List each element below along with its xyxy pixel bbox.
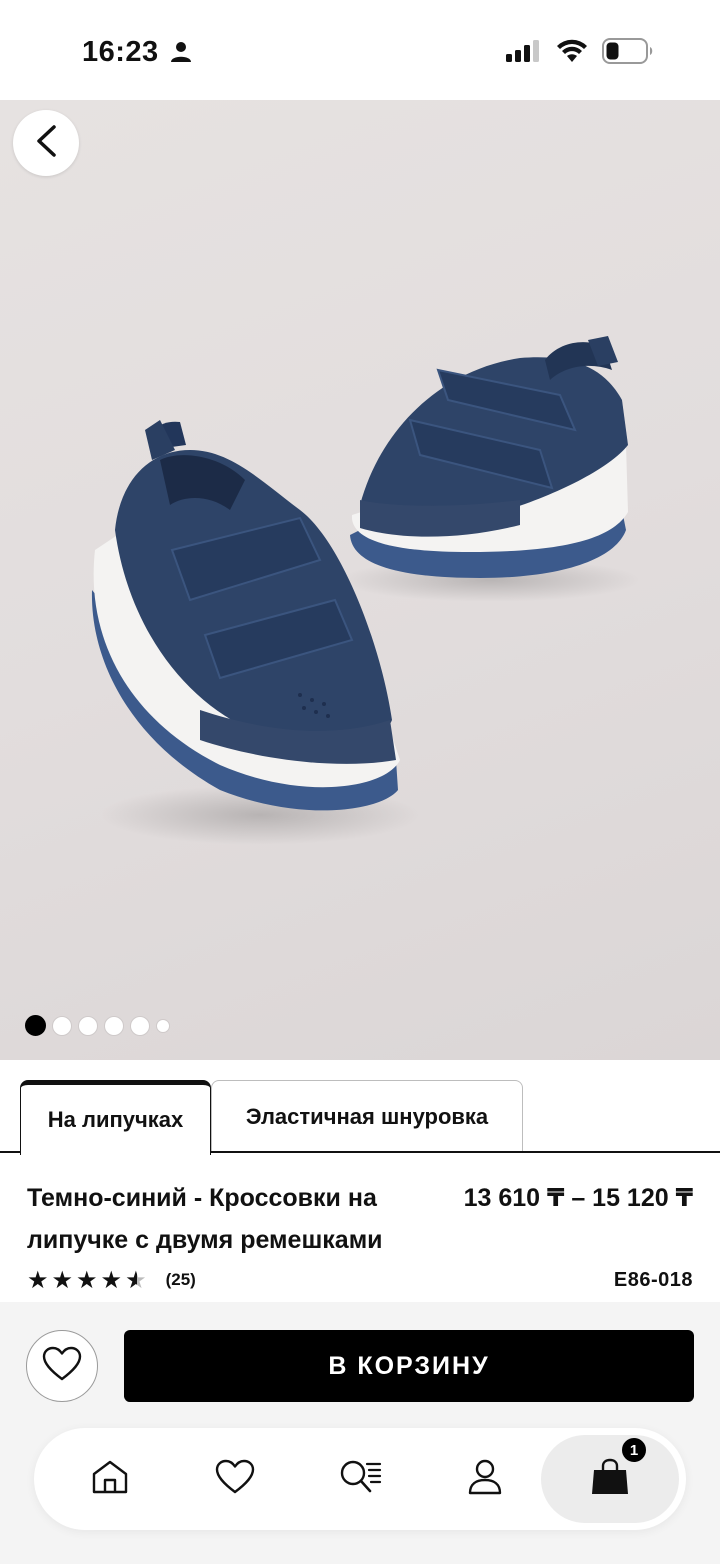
shopping-bag-icon <box>590 1458 630 1501</box>
tab-favorites[interactable] <box>185 1428 285 1530</box>
star-icon: ★ <box>51 1266 74 1294</box>
signal-icon <box>506 40 542 67</box>
favorite-button[interactable] <box>26 1330 98 1402</box>
person-icon <box>170 41 192 68</box>
product-image-gallery[interactable] <box>0 100 720 1060</box>
pagination-dot[interactable] <box>78 1015 98 1036</box>
search-list-icon <box>338 1458 382 1501</box>
bottom-action-area: В КОРЗИНУ 1 <box>0 1302 720 1564</box>
bottom-tab-bar: 1 <box>34 1428 686 1530</box>
product-photo <box>91 336 640 845</box>
product-price: 13 610 ₸ – 15 120 ₸ <box>463 1184 693 1212</box>
back-button[interactable] <box>13 110 79 176</box>
star-half-icon: ★ <box>125 1266 147 1294</box>
wifi-icon <box>556 39 588 68</box>
gallery-pagination <box>25 1015 170 1036</box>
star-icon: ★ <box>76 1266 98 1294</box>
tab-velcro[interactable]: На липучках <box>20 1080 211 1155</box>
star-icon: ★ <box>100 1266 123 1294</box>
heart-icon <box>42 1346 82 1387</box>
add-to-cart-button[interactable]: В КОРЗИНУ <box>124 1330 694 1402</box>
product-rating[interactable]: ★ ★ ★ ★ ★ (25) <box>27 1268 196 1292</box>
heart-icon <box>215 1459 255 1500</box>
pagination-dot[interactable] <box>130 1015 150 1036</box>
bag-count-badge: 1 <box>621 1437 647 1463</box>
pagination-dot[interactable] <box>104 1015 124 1036</box>
tab-account[interactable] <box>435 1428 535 1530</box>
pagination-dot-active[interactable] <box>25 1015 46 1036</box>
status-bar: 16:23 <box>0 0 720 100</box>
status-time: 16:23 <box>82 36 159 68</box>
product-title: Темно-синий - Кроссовки на липучке с дву… <box>27 1184 383 1254</box>
chevron-left-icon <box>34 124 58 163</box>
tab-bag[interactable]: 1 <box>541 1435 679 1523</box>
tab-search[interactable] <box>310 1428 410 1530</box>
rating-count: (25) <box>165 1270 196 1289</box>
pagination-dot[interactable] <box>52 1015 72 1036</box>
pagination-dot[interactable] <box>156 1018 170 1033</box>
battery-icon <box>602 38 654 69</box>
variant-tabs: На липучках Эластичная шнуровка <box>0 1080 720 1155</box>
star-icon: ★ <box>27 1266 49 1294</box>
product-sku: E86-018 <box>613 1269 693 1291</box>
status-icons <box>506 38 654 69</box>
account-icon <box>467 1458 503 1501</box>
tab-home[interactable] <box>60 1428 160 1530</box>
home-icon <box>91 1459 129 1500</box>
tab-elastic-laces[interactable]: Эластичная шнуровка <box>211 1080 523 1153</box>
